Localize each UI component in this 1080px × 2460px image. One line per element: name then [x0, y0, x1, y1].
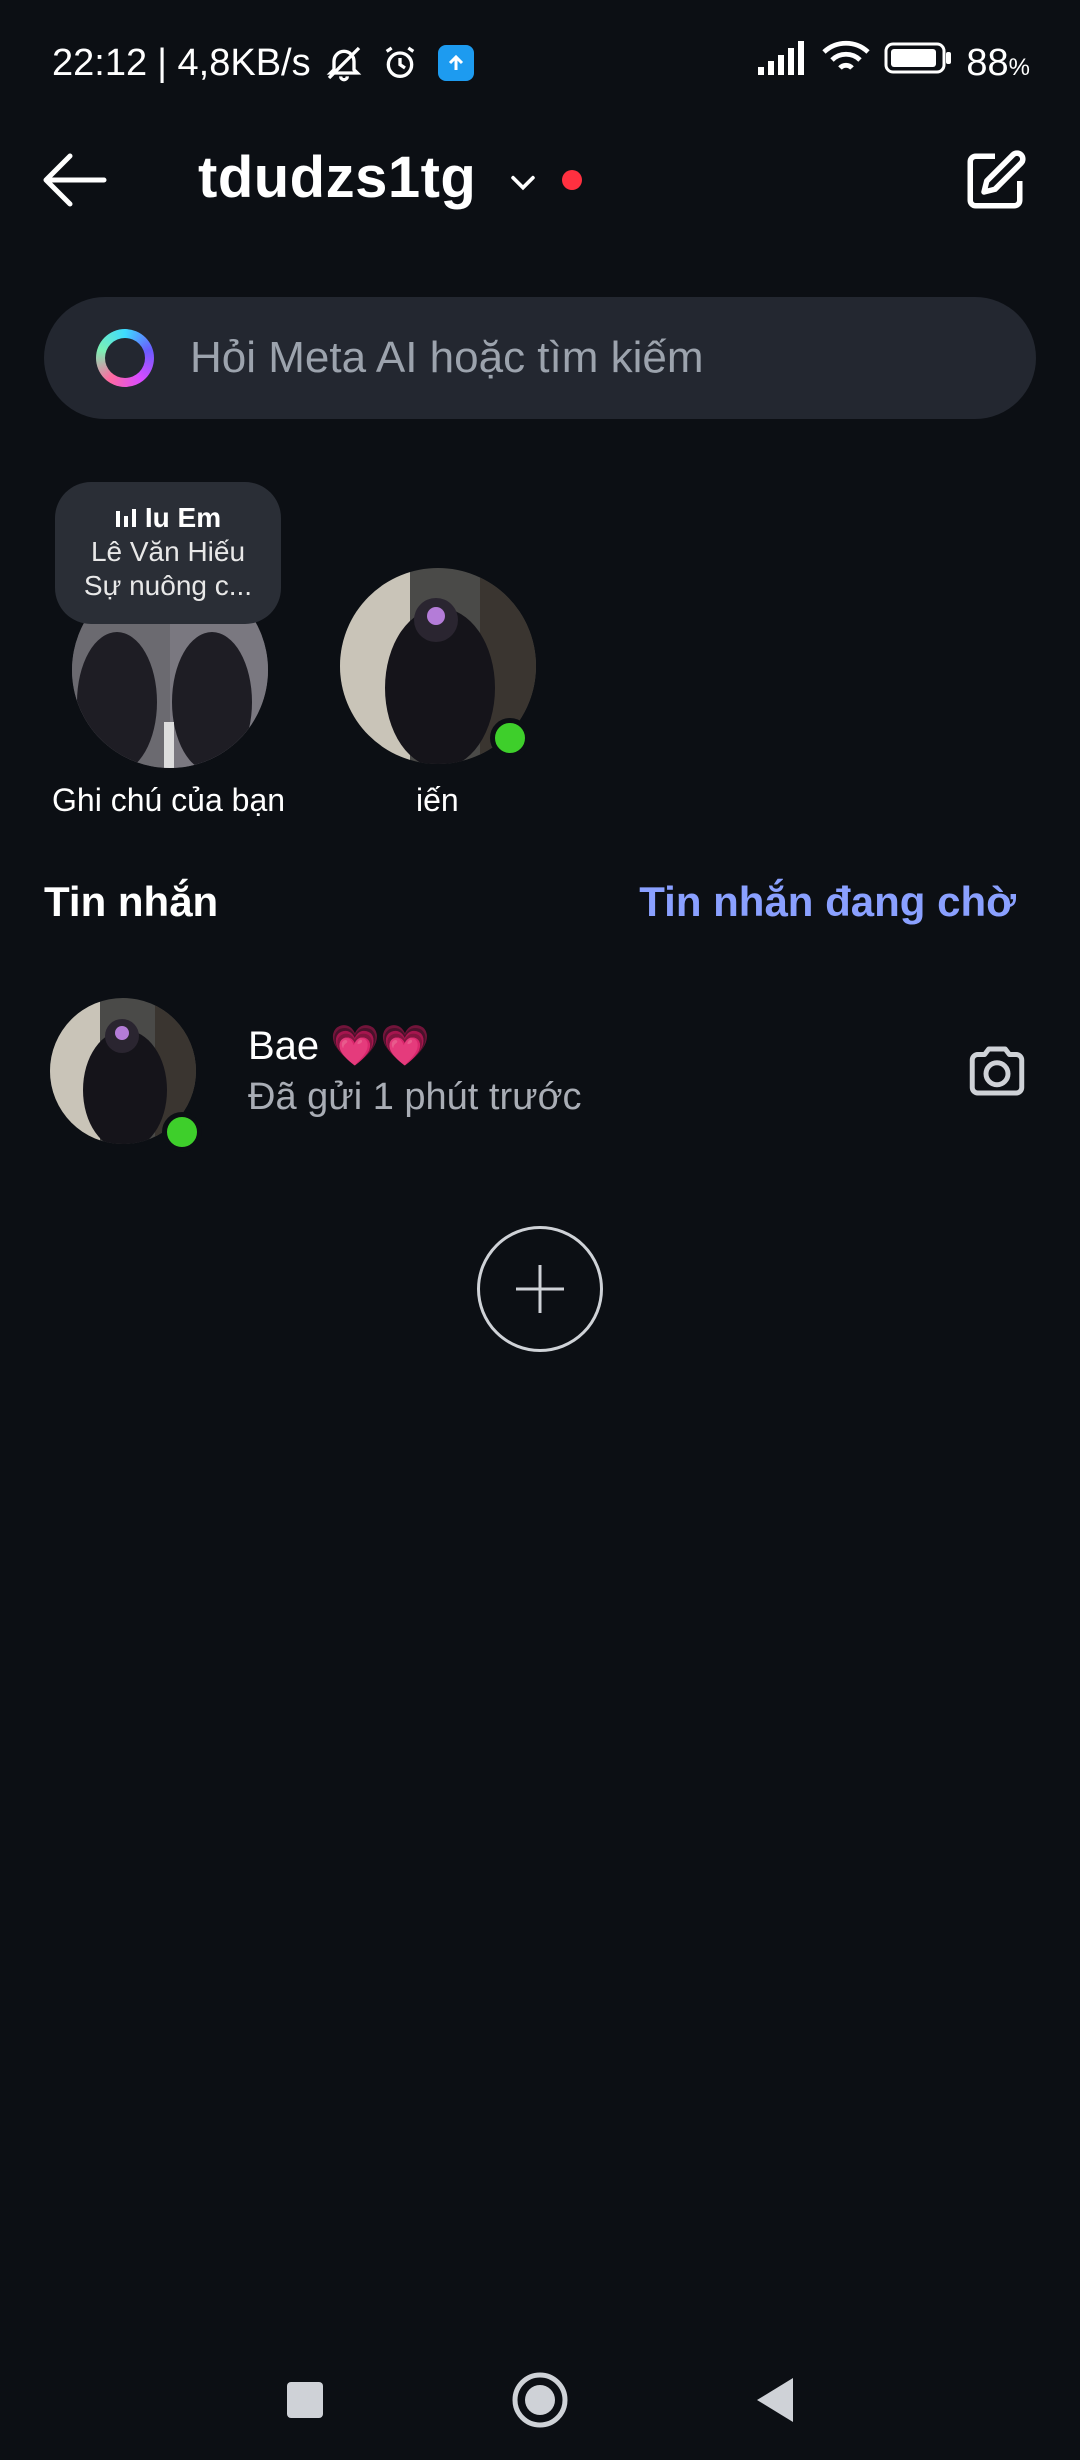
thread-name: Bae 💗💗 — [248, 1024, 430, 1068]
search-input[interactable] — [190, 333, 970, 383]
thread-row[interactable]: Bae 💗💗 Đã gửi 1 phút trước — [0, 982, 1080, 1162]
plus-icon — [516, 1265, 564, 1313]
back-nav-button[interactable] — [745, 2370, 805, 2430]
muted-bell-icon — [321, 40, 367, 86]
messages-heading: Tin nhắn — [44, 878, 219, 925]
account-name: tdudzs1tg — [198, 145, 477, 210]
back-triangle-icon — [757, 2378, 793, 2422]
note-label: Ghi chú của bạn — [52, 782, 286, 818]
header: tdudzs1tg — [0, 130, 1080, 230]
status-bar: 22:12 | 4,8KB/s 88% — [0, 0, 1080, 130]
status-time: 22:12 — [52, 41, 148, 84]
back-arrow-icon — [43, 153, 107, 207]
camera-button[interactable] — [964, 1038, 1030, 1104]
status-net-speed: | 4,8KB/s — [157, 41, 311, 84]
signal-icon — [758, 41, 808, 85]
camera-icon — [969, 1046, 1025, 1096]
battery-level: 88% — [966, 41, 1030, 84]
account-switcher[interactable]: tdudzs1tg — [198, 144, 583, 211]
back-button[interactable] — [40, 150, 110, 210]
unread-dot — [562, 169, 583, 190]
home-button[interactable] — [510, 2370, 570, 2430]
online-indicator — [490, 718, 530, 758]
note-bubble[interactable]: Iu Em Lê Văn Hiếu Sự nuông c... — [55, 482, 281, 624]
system-nav-bar — [0, 2340, 1080, 2460]
home-circle-icon — [512, 2372, 568, 2428]
wifi-icon — [822, 40, 871, 86]
note-song-title: Iu Em — [144, 502, 222, 533]
note-text: Sự nuông c... — [83, 570, 253, 601]
recents-button[interactable] — [275, 2370, 335, 2430]
thread-status: Đã gửi 1 phút trước — [248, 1076, 582, 1118]
online-indicator — [162, 1112, 202, 1152]
battery-icon — [884, 41, 952, 85]
alarm-icon — [377, 40, 423, 86]
recents-square-icon — [287, 2382, 323, 2418]
chevron-down-icon — [511, 175, 536, 190]
search-bar[interactable] — [44, 297, 1036, 419]
message-requests-link[interactable]: Tin nhắn đang chờ — [639, 878, 1016, 926]
upload-icon — [433, 40, 479, 86]
add-button[interactable] — [477, 1226, 603, 1352]
music-bars-icon — [115, 509, 136, 527]
compose-button[interactable] — [962, 148, 1028, 214]
inbox-screen: 22:12 | 4,8KB/s 88% tdudzs1tg Hỏi Meta A… — [0, 0, 1080, 2460]
note-label: iến — [416, 782, 459, 818]
compose-icon — [967, 150, 1026, 209]
note-artist: Lê Văn Hiếu — [90, 536, 246, 567]
meta-ai-icon — [96, 329, 154, 387]
